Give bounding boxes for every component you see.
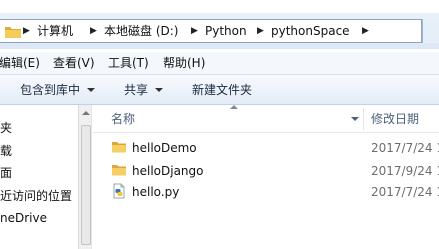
nav-item-onedrive[interactable]: neDrive (0, 211, 47, 225)
navigation-pane: 夹 载 面 近访问的位置 neDrive (0, 105, 78, 249)
folder-icon (111, 162, 127, 181)
new-folder-button[interactable]: 新建文件夹 (192, 83, 252, 97)
menu-tools[interactable]: 工具(T) (108, 56, 149, 70)
breadcrumb-separator[interactable]: ▶ (90, 24, 97, 38)
file-date: 2017/9/24 1 (371, 164, 439, 178)
file-date: 2017/7/24 1 (371, 141, 439, 155)
file-name: helloDemo (132, 141, 197, 155)
file-row-hellopy[interactable]: hello.py 2017/7/24 1 (93, 182, 439, 202)
column-name[interactable]: 名称 (111, 112, 135, 126)
nav-item-downloads[interactable]: 载 (0, 144, 12, 158)
menu-help[interactable]: 帮助(H) (163, 56, 205, 70)
sort-ascending-icon (230, 105, 238, 109)
nav-item-favorites[interactable]: 夹 (0, 121, 12, 135)
column-header: 名称 修改日期 (93, 105, 439, 133)
share-button[interactable]: 共享 (124, 83, 164, 97)
file-date: 2017/7/24 1 (371, 185, 439, 199)
breadcrumb-pythonspace[interactable]: pythonSpace (271, 24, 350, 38)
folder-icon (111, 139, 127, 158)
breadcrumb-local-disk[interactable]: 本地磁盘 (D:) (104, 24, 178, 38)
command-toolbar: 包含到库中 共享 新建文件夹 (0, 75, 439, 105)
nav-item-recent-places[interactable]: 近访问的位置 (0, 189, 72, 203)
file-list: 名称 修改日期 helloDemo 2017/7/24 1 helloDjang… (93, 105, 439, 249)
column-modified[interactable]: 修改日期 (371, 112, 419, 126)
breadcrumb-separator[interactable]: ▶ (191, 24, 198, 38)
file-row-hellodemo[interactable]: helloDemo 2017/7/24 1 (93, 138, 439, 158)
python-file-icon (111, 183, 127, 202)
breadcrumb-separator[interactable]: ▶ (362, 24, 369, 38)
chevron-down-icon (155, 88, 164, 92)
include-in-library-button[interactable]: 包含到库中 (20, 83, 96, 97)
breadcrumb-separator[interactable]: ▶ (257, 24, 264, 38)
breadcrumb-python[interactable]: Python (205, 24, 247, 38)
menu-bar: 编辑(E) 查看(V) 工具(T) 帮助(H) (0, 52, 439, 75)
breadcrumb-computer[interactable]: 计算机 (37, 24, 73, 38)
menu-edit[interactable]: 编辑(E) (0, 56, 40, 70)
address-dropdown-button[interactable] (422, 19, 439, 43)
nav-item-desktop[interactable]: 面 (0, 166, 12, 180)
breadcrumb-separator[interactable]: ▶ (23, 24, 30, 38)
file-name: helloDjango (132, 164, 204, 178)
file-name: hello.py (132, 185, 180, 199)
folder-icon (4, 24, 22, 42)
menu-view[interactable]: 查看(V) (53, 56, 95, 70)
file-row-hellodjango[interactable]: helloDjango 2017/9/24 1 (93, 161, 439, 181)
column-filter-icon[interactable] (351, 117, 359, 121)
scroll-up-icon[interactable] (82, 111, 90, 115)
scrollbar-thumb[interactable] (81, 125, 91, 245)
navigation-scrollbar[interactable] (78, 105, 92, 249)
column-divider[interactable] (363, 108, 364, 130)
address-box[interactable]: ▶ 计算机 ▶ 本地磁盘 (D:) ▶ Python ▶ pythonSpace… (0, 19, 422, 43)
chevron-down-icon (87, 88, 96, 92)
